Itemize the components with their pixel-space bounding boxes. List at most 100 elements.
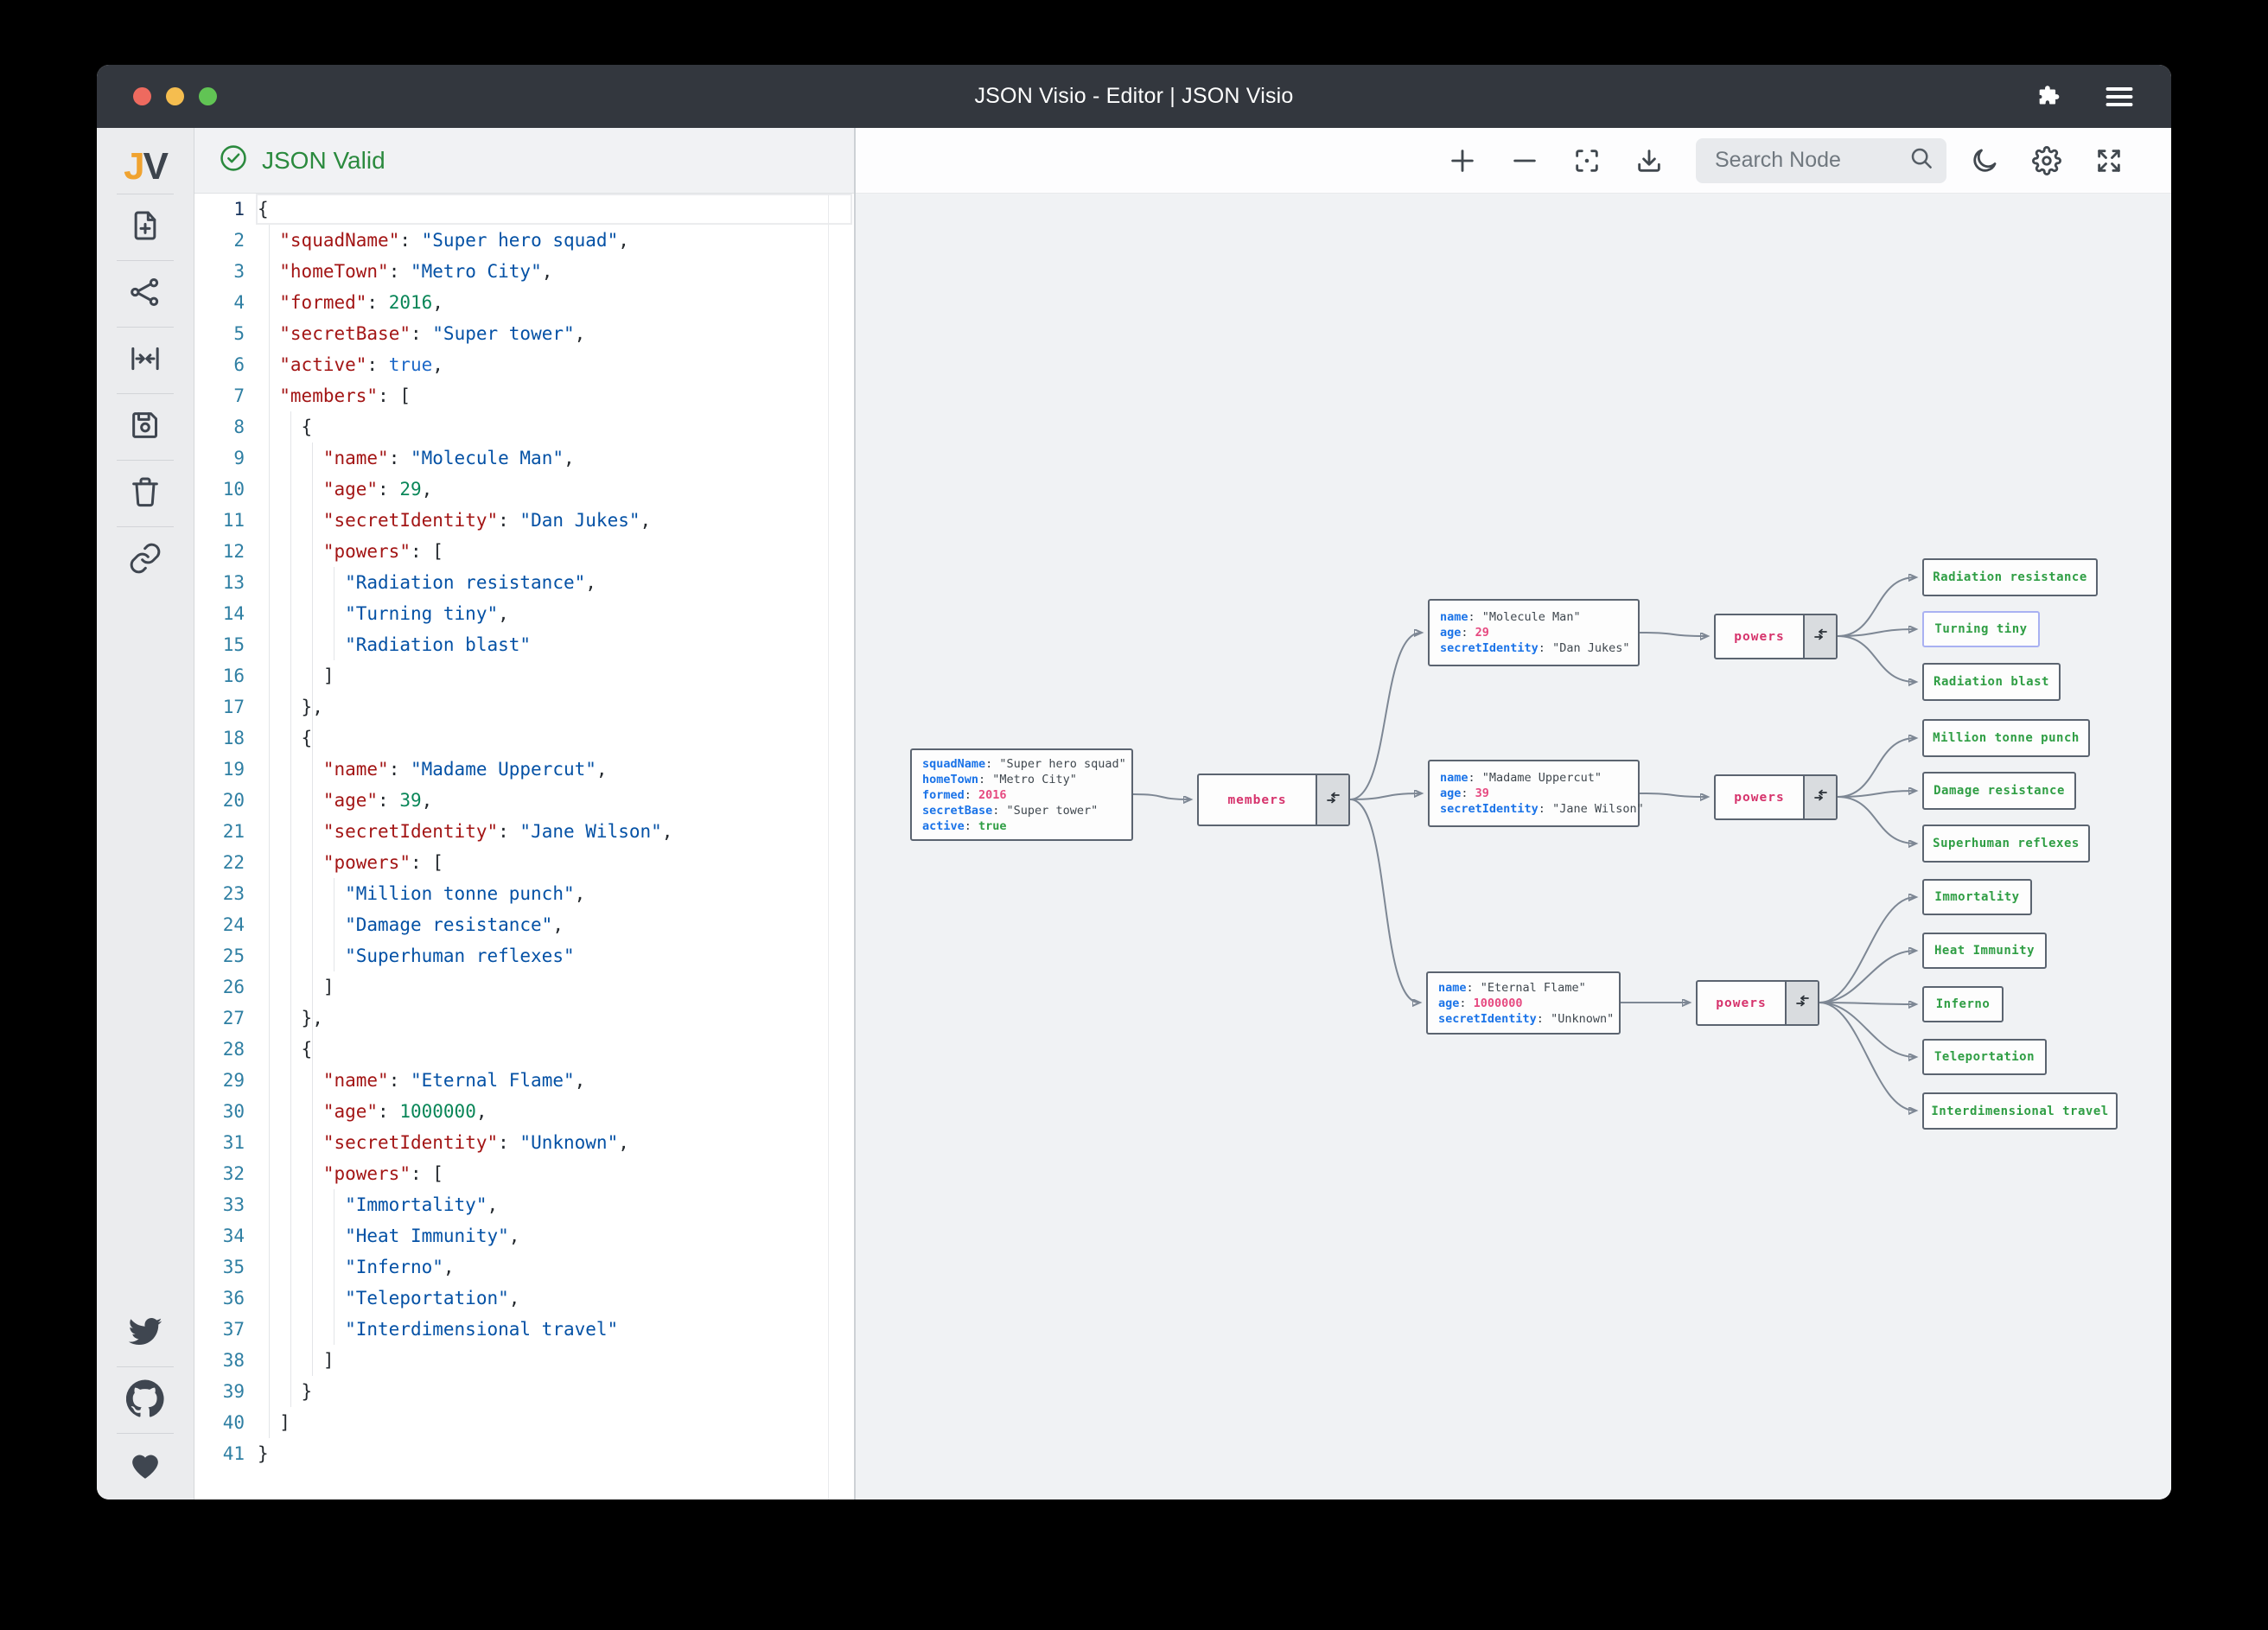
graph-node-members[interactable]: members [1197, 774, 1350, 826]
editor-line[interactable]: 18 { [194, 723, 854, 754]
editor-line[interactable]: 36 "Teleportation", [194, 1283, 854, 1314]
editor-line[interactable]: 14 "Turning tiny", [194, 598, 854, 629]
focus-view-button[interactable] [1563, 137, 1611, 185]
center-view-button[interactable] [97, 328, 194, 393]
json-code-editor[interactable]: 1 {2 "squadName": "Super hero squad", 3 "hom… [194, 194, 854, 1499]
editor-line[interactable]: 32 "powers": [ [194, 1158, 854, 1189]
editor-line[interactable]: 4 "formed": 2016, [194, 287, 854, 318]
editor-line[interactable]: 27}, [194, 1003, 854, 1034]
graph-node-member-1[interactable]: name: "Molecule Man" age: 29 secretIdentit… [1428, 599, 1640, 666]
editor-line[interactable]: 17}, [194, 691, 854, 723]
editor-line[interactable]: 31 "secretIdentity": "Unknown", [194, 1127, 854, 1158]
graph-node-leaf-8[interactable]: Heat Immunity [1922, 933, 2047, 969]
node-property: squadName: "Super hero squad" [922, 756, 1126, 771]
menu-hamburger-icon[interactable] [2104, 84, 2135, 110]
graph-node-leaf-2[interactable]: Turning tiny [1922, 611, 2040, 647]
titlebar: JSON Visio - Editor | JSON Visio [97, 65, 2171, 128]
code-text: "Inferno", [345, 1257, 455, 1277]
editor-line[interactable]: 25 "Superhuman reflexes" [194, 940, 854, 971]
editor-line[interactable]: 9 "name": "Molecule Man", [194, 443, 854, 474]
editor-line[interactable]: 23 "Million tonne punch", [194, 878, 854, 909]
editor-line[interactable]: 30 "age": 1000000, [194, 1096, 854, 1127]
editor-line[interactable]: 40] [194, 1407, 854, 1438]
graph-node-leaf-4[interactable]: Million tonne punch [1922, 719, 2090, 757]
editor-line[interactable]: 39} [194, 1376, 854, 1407]
editor-line[interactable]: 37 "Interdimensional travel" [194, 1314, 854, 1345]
editor-line[interactable]: 8{ [194, 411, 854, 443]
twitter-button[interactable] [97, 1301, 194, 1366]
graph-node-member-3[interactable]: name: "Eternal Flame" age: 1000000 secretI… [1426, 971, 1621, 1035]
node-property: name: "Molecule Man" [1440, 610, 1581, 624]
graph-node-powers-2[interactable]: powers [1714, 774, 1838, 820]
graph-node-leaf-9[interactable]: Inferno [1922, 986, 2004, 1022]
graph-node-leaf-1[interactable]: Radiation resistance [1922, 558, 2098, 596]
graph-node-member-2[interactable]: name: "Madame Uppercut" age: 39 secretIden… [1428, 760, 1644, 827]
graph-canvas[interactable]: squadName: "Super hero squad" homeTown: "… [856, 194, 2171, 1499]
new-document-button[interactable] [97, 194, 194, 260]
share-link-button[interactable] [97, 527, 194, 593]
save-button[interactable] [97, 394, 194, 460]
editor-line[interactable]: 16] [194, 660, 854, 691]
app-logo[interactable]: JV [124, 140, 169, 194]
editor-line[interactable]: 13 "Radiation resistance", [194, 567, 854, 598]
editor-line[interactable]: 35 "Inferno", [194, 1251, 854, 1283]
editor-line[interactable]: 33 "Immortality", [194, 1189, 854, 1220]
collapse-node-button[interactable] [1785, 982, 1818, 1024]
search-node-input[interactable] [1715, 148, 1908, 173]
editor-line[interactable]: 7 "members": [ [194, 380, 854, 411]
editor-line[interactable]: 24 "Damage resistance", [194, 909, 854, 940]
graph-node-leaf-10[interactable]: Teleportation [1922, 1039, 2047, 1075]
editor-line[interactable]: 3 "homeTown": "Metro City", [194, 256, 854, 287]
editor-line[interactable]: 2 "squadName": "Super hero squad", [194, 225, 854, 256]
editor-line[interactable]: 26] [194, 971, 854, 1003]
editor-line[interactable]: 34 "Heat Immunity", [194, 1220, 854, 1251]
graph-node-root[interactable]: squadName: "Super hero squad" homeTown: "… [910, 748, 1133, 841]
editor-line[interactable]: 28 { [194, 1034, 854, 1065]
editor-line[interactable]: 6 "active": true, [194, 349, 854, 380]
collapse-node-button[interactable] [1316, 775, 1348, 825]
collapse-node-button[interactable] [1803, 776, 1836, 818]
graph-node-leaf-5[interactable]: Damage resistance [1922, 772, 2076, 810]
editor-line[interactable]: 21 "secretIdentity": "Jane Wilson", [194, 816, 854, 847]
sponsor-button[interactable] [97, 1434, 194, 1499]
editor-line[interactable]: 5 "secretBase": "Super tower", [194, 318, 854, 349]
settings-button[interactable] [2023, 137, 2071, 185]
graph-node-leaf-11[interactable]: Interdimensional travel [1922, 1092, 2118, 1130]
fullscreen-button[interactable] [2085, 137, 2133, 185]
line-number: 1 [233, 199, 245, 220]
graph-view-button[interactable] [97, 261, 194, 327]
delete-button[interactable] [97, 461, 194, 526]
editor-line[interactable]: 15 "Radiation blast" [194, 629, 854, 660]
editor-line[interactable]: 12 "powers": [ [194, 536, 854, 567]
editor-line[interactable]: 22 "powers": [ [194, 847, 854, 878]
search-node-box[interactable] [1696, 137, 1946, 183]
zoom-in-button[interactable] [1438, 137, 1487, 185]
zoom-out-button[interactable] [1500, 137, 1549, 185]
twitter-icon [127, 1314, 163, 1354]
sidebar: JV [97, 128, 194, 1499]
collapse-node-button[interactable] [1803, 615, 1836, 658]
editor-line[interactable]: 19 "name": "Madame Uppercut", [194, 754, 854, 785]
graph-node-leaf-7[interactable]: Immortality [1922, 879, 2032, 915]
leaf-value: Million tonne punch [1933, 731, 2080, 745]
editor-line[interactable]: 38] [194, 1345, 854, 1376]
graph-node-leaf-3[interactable]: Radiation blast [1922, 663, 2061, 701]
collapse-arrows-icon [1325, 790, 1341, 810]
editor-line[interactable]: 41} [194, 1438, 854, 1469]
github-button[interactable] [97, 1367, 194, 1433]
extension-puzzle-icon[interactable] [2035, 82, 2064, 111]
code-text: ] [279, 1412, 290, 1433]
download-button[interactable] [1625, 137, 1673, 185]
editor-line[interactable]: 29 "name": "Eternal Flame", [194, 1065, 854, 1096]
graph-edge [1819, 1002, 1915, 1057]
graph-node-powers-3[interactable]: powers [1696, 980, 1819, 1026]
dark-mode-button[interactable] [1960, 137, 2009, 185]
editor-line[interactable]: 10 "age": 29, [194, 474, 854, 505]
graph-node-leaf-6[interactable]: Superhuman reflexes [1922, 825, 2090, 863]
graph-node-powers-1[interactable]: powers [1714, 614, 1838, 659]
code-text: "homeTown": "Metro City", [279, 261, 553, 282]
editor-line[interactable]: 11 "secretIdentity": "Dan Jukes", [194, 505, 854, 536]
line-number: 36 [222, 1288, 245, 1308]
editor-line[interactable]: 20 "age": 39, [194, 785, 854, 816]
code-text: "Interdimensional travel" [345, 1319, 619, 1340]
